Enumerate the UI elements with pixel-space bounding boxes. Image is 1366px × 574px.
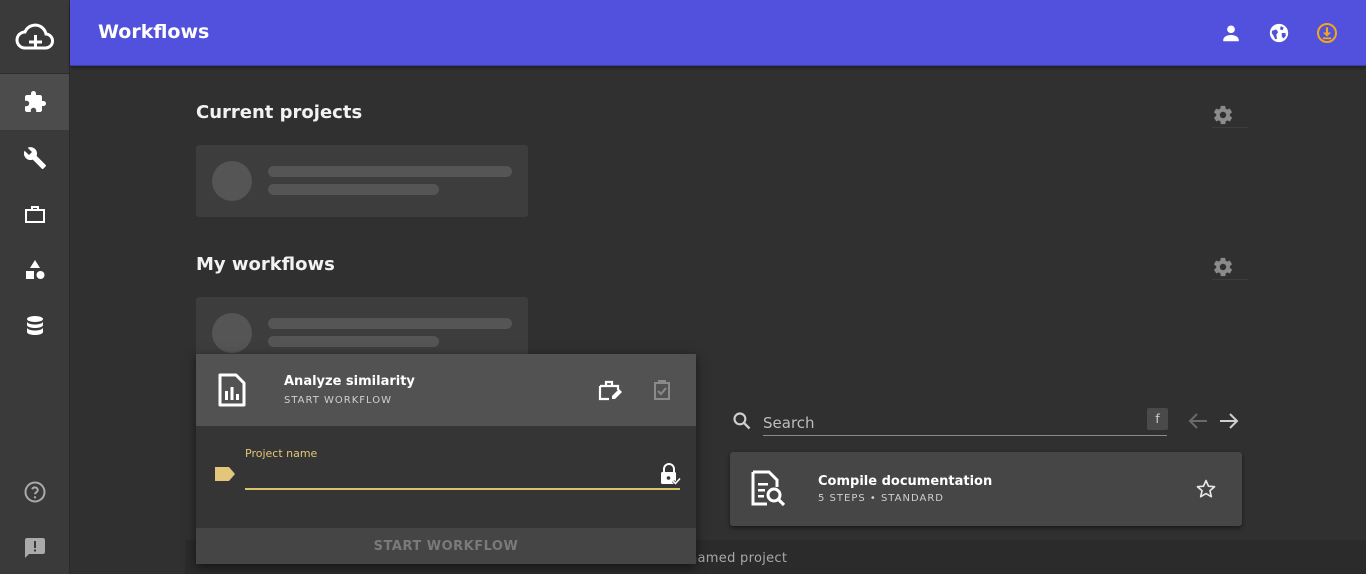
my-workflows-heading: My workflows [196,254,335,275]
search-input[interactable] [763,410,1167,436]
shapes-icon [25,260,44,279]
nav-forward-button[interactable] [1217,410,1241,432]
download-circle-icon [1317,23,1337,43]
project-placeholder-card [196,145,528,217]
workflow-meta: 5 STEPS • STANDARD [818,493,944,504]
workflow-search: f [730,404,1170,438]
page-title: Workflows [98,21,210,43]
placeholder-line [268,184,439,195]
sidebar-item-projects[interactable] [0,186,69,242]
briefcase-edit-icon [598,380,622,401]
workflow-card[interactable]: Compile documentation 5 STEPS • STANDARD [730,452,1242,526]
arrow-left-icon [1188,413,1207,429]
language-button[interactable] [1266,20,1292,46]
project-name-label: Project name [245,447,318,460]
lock-toggle-button[interactable] [657,462,682,486]
placeholder-avatar [212,313,252,353]
cloud-add-icon [15,23,54,49]
edit-project-button[interactable] [597,378,623,402]
sidebar-item-feedback[interactable] [0,520,69,574]
dialog-title: Analyze similarity [284,374,415,389]
file-chart-icon [218,373,246,407]
sidebar-item-database[interactable] [0,298,69,354]
nav-back-button[interactable] [1186,410,1210,432]
sidebar-item-help[interactable] [0,464,69,520]
placeholder-line [268,166,512,177]
start-workflow-dialog: Analyze similarity START WORKFLOW Projec… [196,354,696,564]
download-button[interactable] [1314,20,1340,46]
star-outline-icon [1196,479,1216,498]
database-icon [26,316,43,335]
puzzle-icon [24,91,46,112]
feedback-icon [24,538,45,558]
search-shortcut-key: f [1147,408,1168,430]
wrench-icon [23,147,46,169]
current-projects-heading: Current projects [196,102,363,123]
sidebar-item-shapes[interactable] [0,242,69,298]
account-button[interactable] [1218,20,1244,46]
clipboard-check-icon [654,380,670,400]
top-bar: Workflows [70,0,1366,66]
project-name-input[interactable] [245,466,680,490]
start-workflow-label: START WORKFLOW [373,538,519,554]
my-workflows-settings-button[interactable] [1212,254,1248,280]
placeholder-line [268,336,439,347]
dialog-header: Analyze similarity START WORKFLOW [196,354,696,426]
sidebar [0,0,70,574]
bottom-status-text: named project [689,551,788,566]
placeholder-line [268,318,512,329]
app-logo[interactable] [0,0,69,74]
globe-icon [1269,23,1289,43]
favorite-button[interactable] [1195,478,1219,502]
arrow-right-icon [1220,413,1239,429]
person-icon [1223,25,1239,42]
search-icon [733,412,751,430]
help-icon [24,481,45,503]
current-projects-settings-button[interactable] [1212,102,1248,128]
workflow-title: Compile documentation [818,474,993,489]
confirm-project-button[interactable] [650,378,674,402]
gear-icon [1213,105,1233,124]
lock-check-icon [661,463,682,486]
sidebar-item-workflows[interactable] [0,74,69,130]
label-tag-icon [215,467,235,481]
gear-icon [1213,257,1233,276]
placeholder-avatar [212,161,252,201]
document-search-icon [751,470,786,507]
sidebar-item-tools[interactable] [0,130,69,186]
dialog-subtitle: START WORKFLOW [284,395,393,406]
start-workflow-button[interactable]: START WORKFLOW [196,528,696,564]
briefcase-icon [24,206,45,223]
